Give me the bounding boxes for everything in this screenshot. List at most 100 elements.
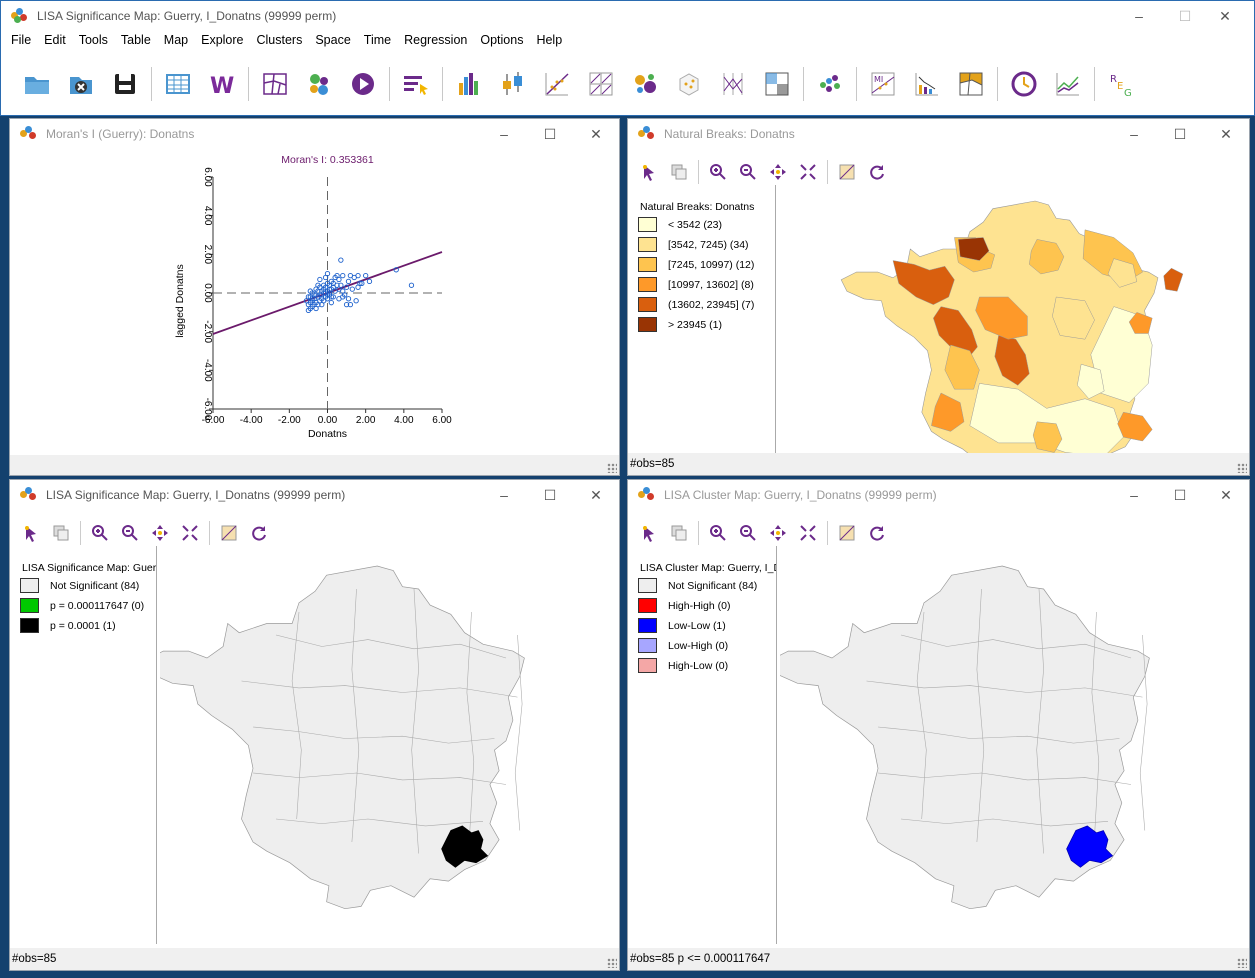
legend-toggle-icon[interactable] <box>218 522 240 544</box>
menu-space[interactable]: Space <box>315 33 350 53</box>
minimize-button[interactable]: – <box>481 480 527 510</box>
weights-manager-icon[interactable]: W <box>207 69 237 99</box>
lisa-cluster-map[interactable] <box>769 546 1249 944</box>
minimize-button[interactable]: – <box>1116 1 1162 31</box>
legend-item[interactable]: Low-Low (1) <box>638 618 726 633</box>
pan-icon[interactable] <box>767 522 789 544</box>
legend-item[interactable]: p = 0.000117647 (0) <box>20 598 144 613</box>
refresh-icon[interactable] <box>248 522 270 544</box>
legend-item[interactable]: [10997, 13602] (8) <box>638 277 754 292</box>
menu-map[interactable]: Map <box>164 33 188 53</box>
minimize-button[interactable]: – <box>1111 119 1157 149</box>
category-editor-icon[interactable] <box>401 69 431 99</box>
minimize-button[interactable]: – <box>1111 480 1157 510</box>
legend-item[interactable]: High-High (0) <box>638 598 730 613</box>
zoom-out-icon[interactable] <box>737 161 759 183</box>
legend-toggle-icon[interactable] <box>836 161 858 183</box>
box-plot-icon[interactable] <box>498 69 528 99</box>
map-icon[interactable] <box>260 69 290 99</box>
close-button[interactable]: ✕ <box>573 119 619 149</box>
close-button[interactable]: ✕ <box>1203 480 1249 510</box>
menu-options[interactable]: Options <box>480 33 523 53</box>
zoom-in-icon[interactable] <box>89 522 111 544</box>
zoom-out-icon[interactable] <box>119 522 141 544</box>
main-window: LISA Significance Map: Guerry, I_Donatns… <box>0 0 1255 116</box>
scatter-plot-icon[interactable] <box>542 69 572 99</box>
resize-grip[interactable] <box>607 463 617 473</box>
bubble-chart-icon[interactable] <box>630 69 660 99</box>
open-project-icon[interactable] <box>22 69 52 99</box>
menu-table[interactable]: Table <box>121 33 151 53</box>
animation-icon[interactable] <box>348 69 378 99</box>
zoom-in-icon[interactable] <box>707 522 729 544</box>
moran-scatter-icon[interactable]: MI <box>868 69 898 99</box>
correlogram-icon[interactable] <box>912 69 942 99</box>
cartogram-icon[interactable] <box>304 69 334 99</box>
natural-breaks-map[interactable] <box>778 185 1249 475</box>
select-mode-icon[interactable] <box>668 522 690 544</box>
fit-to-window-icon[interactable] <box>797 522 819 544</box>
toolbar-separator <box>856 67 857 101</box>
refresh-icon[interactable] <box>866 161 888 183</box>
lisa-significance-map[interactable] <box>144 546 619 944</box>
resize-grip[interactable] <box>1237 463 1247 473</box>
menu-explore[interactable]: Explore <box>201 33 243 53</box>
time-editor-icon[interactable] <box>1009 69 1039 99</box>
maximize-button[interactable]: ☐ <box>527 119 573 149</box>
pan-icon[interactable] <box>767 161 789 183</box>
legend-item[interactable]: Low-High (0) <box>638 638 728 653</box>
menu-clusters[interactable]: Clusters <box>257 33 303 53</box>
lisa-significance-legend: LISA Significance Map: Guerry, I_Donatns… <box>10 546 157 944</box>
maximize-button[interactable]: ☐ <box>527 480 573 510</box>
select-tool-icon[interactable] <box>638 161 660 183</box>
select-tool-icon[interactable] <box>20 522 42 544</box>
histogram-icon[interactable] <box>454 69 484 99</box>
maximize-button[interactable]: ☐ <box>1157 480 1203 510</box>
3d-scatter-icon[interactable] <box>674 69 704 99</box>
close-project-icon[interactable] <box>66 69 96 99</box>
legend-toggle-icon[interactable] <box>836 522 858 544</box>
menu-file[interactable]: File <box>11 33 31 53</box>
legend-item[interactable]: Not Significant (84) <box>638 578 757 593</box>
select-mode-icon[interactable] <box>668 161 690 183</box>
menu-tools[interactable]: Tools <box>79 33 108 53</box>
menu-edit[interactable]: Edit <box>44 33 66 53</box>
close-button[interactable]: ✕ <box>573 480 619 510</box>
legend-item[interactable]: High-Low (0) <box>638 658 728 673</box>
table-icon[interactable] <box>163 69 193 99</box>
minimize-button[interactable]: – <box>481 119 527 149</box>
resize-grip[interactable] <box>1237 958 1247 968</box>
menu-time[interactable]: Time <box>364 33 391 53</box>
lisa-map-icon[interactable] <box>956 69 986 99</box>
select-mode-icon[interactable] <box>50 522 72 544</box>
conditional-plot-icon[interactable] <box>762 69 792 99</box>
close-button[interactable]: ✕ <box>1202 1 1248 31</box>
legend-item[interactable]: < 3542 (23) <box>638 217 722 232</box>
maximize-button[interactable]: ☐ <box>1157 119 1203 149</box>
legend-item[interactable]: (13602, 23945] (7) <box>638 297 754 312</box>
zoom-out-icon[interactable] <box>737 522 759 544</box>
zoom-in-icon[interactable] <box>707 161 729 183</box>
fit-to-window-icon[interactable] <box>179 522 201 544</box>
moran-scatter-plot[interactable]: -6.00 -4.00 -2.00 0.00 2.00 4.00 6.00-6.00-4.0… <box>10 149 620 469</box>
legend-item[interactable]: p = 0.0001 (1) <box>20 618 116 633</box>
parallel-coordinates-icon[interactable] <box>718 69 748 99</box>
cluster-icon[interactable] <box>815 69 845 99</box>
select-tool-icon[interactable] <box>638 522 660 544</box>
scatter-matrix-icon[interactable] <box>586 69 616 99</box>
save-icon[interactable] <box>110 69 140 99</box>
legend-item[interactable]: [3542, 7245) (34) <box>638 237 749 252</box>
legend-item[interactable]: > 23945 (1) <box>638 317 722 332</box>
regression-icon[interactable]: REG <box>1106 69 1136 99</box>
refresh-icon[interactable] <box>866 522 888 544</box>
close-button[interactable]: ✕ <box>1203 119 1249 149</box>
legend-item[interactable]: [7245, 10997) (12) <box>638 257 754 272</box>
fit-to-window-icon[interactable] <box>797 161 819 183</box>
menu-help[interactable]: Help <box>536 33 562 53</box>
pan-icon[interactable] <box>149 522 171 544</box>
legend-item[interactable]: Not Significant (84) <box>20 578 139 593</box>
averages-chart-icon[interactable] <box>1053 69 1083 99</box>
menu-regression[interactable]: Regression <box>404 33 467 53</box>
main-titlebar[interactable]: LISA Significance Map: Guerry, I_Donatns… <box>1 1 1254 31</box>
resize-grip[interactable] <box>607 958 617 968</box>
